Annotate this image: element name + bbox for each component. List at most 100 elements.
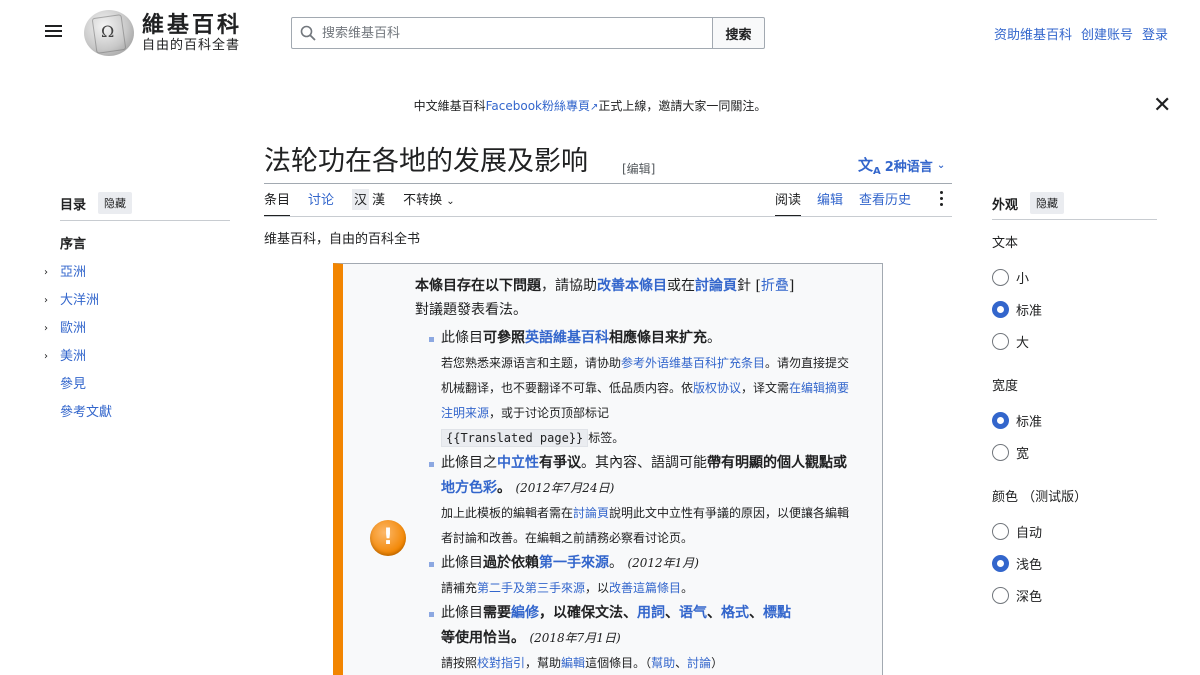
radio-selected-icon[interactable] — [992, 301, 1009, 318]
toc-item-label[interactable]: 亞洲 — [60, 264, 86, 282]
issue-text-strong: 、 — [749, 605, 763, 621]
toc-title: 目录 — [60, 197, 87, 213]
search-form: 搜索 — [291, 17, 765, 49]
radio-icon[interactable] — [992, 333, 1009, 350]
english-wikipedia-link[interactable]: 英語維基百科 — [525, 330, 609, 346]
issues-list: 此條目可參照英語維基百科相應條目来扩充。 若您熟悉来源语言和主题，请协助参考外语… — [429, 326, 855, 675]
radio-selected-icon[interactable] — [992, 555, 1009, 572]
edit-link[interactable]: 編輯 — [561, 656, 585, 670]
talk-page-link[interactable]: 討論頁 — [695, 278, 737, 294]
punctuation-link[interactable]: 標點 — [763, 605, 791, 621]
main-menu-button[interactable] — [42, 22, 66, 44]
help-link[interactable]: 幫助 — [651, 656, 675, 670]
local-color-link[interactable]: 地方色彩 — [441, 480, 497, 496]
title-edit-link[interactable]: [编辑] — [622, 160, 655, 177]
radio-icon[interactable] — [992, 523, 1009, 540]
proofreading-guide-link[interactable]: 校對指引 — [477, 656, 525, 670]
issue-sub-text: 請補充 — [441, 581, 478, 595]
search-icon — [300, 25, 316, 41]
width-standard[interactable]: 标准 — [992, 411, 1042, 430]
search-button[interactable]: 搜索 — [713, 17, 765, 49]
toc-item-intro[interactable]: 序言 — [44, 231, 112, 259]
tone-link[interactable]: 语气 — [679, 605, 707, 621]
create-account-link[interactable]: 创建账号 — [1081, 24, 1133, 43]
neutrality-link[interactable]: 中立性 — [497, 455, 539, 471]
color-dark[interactable]: 深色 — [992, 586, 1042, 605]
primary-source-link[interactable]: 第一手來源 — [539, 555, 609, 571]
variant-traditional[interactable]: 漢 — [372, 189, 385, 210]
toc-item-label[interactable]: 參考文獻 — [60, 404, 112, 422]
text-size-standard[interactable]: 标准 — [992, 300, 1042, 319]
color-auto[interactable]: 自动 — [992, 522, 1042, 541]
format-link[interactable]: 格式 — [721, 605, 749, 621]
text-size-small[interactable]: 小 — [992, 268, 1029, 287]
issue-date: (2018年7月1日) — [529, 631, 621, 645]
variant-simplified[interactable]: 汉 — [352, 189, 370, 210]
toc-item-label[interactable]: 大洋洲 — [60, 292, 99, 310]
radio-selected-icon[interactable] — [992, 412, 1009, 429]
chevron-right-icon[interactable]: › — [44, 264, 60, 282]
variant-switch[interactable]: 汉 漢 — [352, 189, 385, 217]
issue-sub-text: ，以 — [585, 581, 610, 595]
search-input[interactable] — [322, 25, 682, 41]
issue-neutrality: 此條目之中立性有爭议。其內容、語調可能帶有明顯的個人觀點或地方色彩。 (2012… — [429, 451, 855, 551]
language-button[interactable]: 文A 2种语言 ⌄ — [858, 154, 945, 177]
login-link[interactable]: 登录 — [1142, 24, 1168, 43]
search-field[interactable] — [291, 17, 713, 49]
toc-item-label[interactable]: 美洲 — [60, 348, 86, 366]
toc-item-asia[interactable]: › 亞洲 — [44, 259, 112, 287]
toc-item-oceania[interactable]: › 大洋洲 — [44, 287, 112, 315]
toc-item-label[interactable]: 歐洲 — [60, 320, 86, 338]
site-notice: 中文維基百科Facebook粉絲專頁↗正式上線，邀請大家一同關注。 — [0, 97, 1180, 114]
chevron-right-icon[interactable]: › — [44, 320, 60, 338]
issue-text-strong: 等使用恰当。 — [441, 630, 525, 646]
radio-label: 标准 — [1016, 304, 1043, 319]
variant-dropdown[interactable]: 不转换 ⌄ — [403, 189, 455, 217]
color-light[interactable]: 浅色 — [992, 554, 1042, 573]
site-logo[interactable]: 維基百科 自由的百科全書 — [84, 10, 242, 56]
issue-text: 此條目 — [441, 330, 483, 346]
radio-icon[interactable] — [992, 587, 1009, 604]
expand-guide-link[interactable]: 参考外语维基百科扩充条目 — [621, 356, 765, 370]
toc-item-references[interactable]: 參考文獻 — [44, 399, 112, 427]
tab-history[interactable]: 查看历史 — [859, 189, 911, 217]
tab-article[interactable]: 条目 — [264, 189, 291, 217]
toc-item-label[interactable]: 參見 — [60, 376, 86, 394]
issues-notice-box: ! 本條目存在以下問題，請協助改善本條目或在討論頁針 [折叠] 對議題發表看法。… — [333, 263, 883, 675]
radio-icon[interactable] — [992, 444, 1009, 461]
close-icon[interactable]: ✕ — [1153, 95, 1171, 117]
talk-page-link[interactable]: 討論頁 — [573, 506, 609, 520]
toc-item-see-also[interactable]: 參見 — [44, 371, 112, 399]
license-link[interactable]: 版权协议 — [693, 381, 741, 395]
facebook-link[interactable]: Facebook粉絲專頁 — [486, 99, 590, 113]
chevron-down-icon: ⌄ — [446, 196, 455, 207]
toc-item-europe[interactable]: › 歐洲 — [44, 315, 112, 343]
issues-header-strong: 本條目存在以下問題 — [415, 278, 541, 294]
donate-link[interactable]: 资助维基百科 — [994, 24, 1072, 43]
copyedit-link[interactable]: 編修 — [511, 605, 539, 621]
text-size-large[interactable]: 大 — [992, 332, 1029, 351]
radio-icon[interactable] — [992, 269, 1009, 286]
wording-link[interactable]: 用詞 — [637, 605, 665, 621]
improve-article-link[interactable]: 改善本條目 — [597, 278, 667, 294]
improve-article-link[interactable]: 改善這篇條目 — [609, 581, 681, 595]
tab-edit[interactable]: 编辑 — [817, 189, 843, 217]
toc-item-americas[interactable]: › 美洲 — [44, 343, 112, 371]
width-wide[interactable]: 宽 — [992, 443, 1029, 462]
discussion-link[interactable]: 討論 — [687, 656, 711, 670]
tab-talk[interactable]: 讨论 — [308, 189, 334, 217]
toc-hide-button[interactable]: 隐藏 — [98, 192, 133, 214]
tab-read[interactable]: 阅读 — [775, 189, 802, 217]
more-tools-icon[interactable] — [940, 191, 946, 209]
issue-text-strong: 需要 — [483, 605, 511, 621]
issue-text-strong: 相應條目来扩充 — [609, 330, 707, 346]
chevron-right-icon[interactable]: › — [44, 292, 60, 310]
issues-header-text: 或在 — [667, 278, 695, 294]
issue-sub-text: 加上此模板的編輯者需在 — [441, 506, 574, 520]
collapse-link[interactable]: 折叠 — [761, 278, 789, 294]
secondary-sources-link[interactable]: 第二手及第三手來源 — [477, 581, 585, 595]
appearance-hide-button[interactable]: 隐藏 — [1030, 192, 1065, 214]
issue-text-strong: 帶有明顯的個人觀點或 — [707, 455, 847, 471]
appearance-header: 外观 隐藏 — [992, 192, 1065, 214]
chevron-right-icon[interactable]: › — [44, 348, 60, 366]
